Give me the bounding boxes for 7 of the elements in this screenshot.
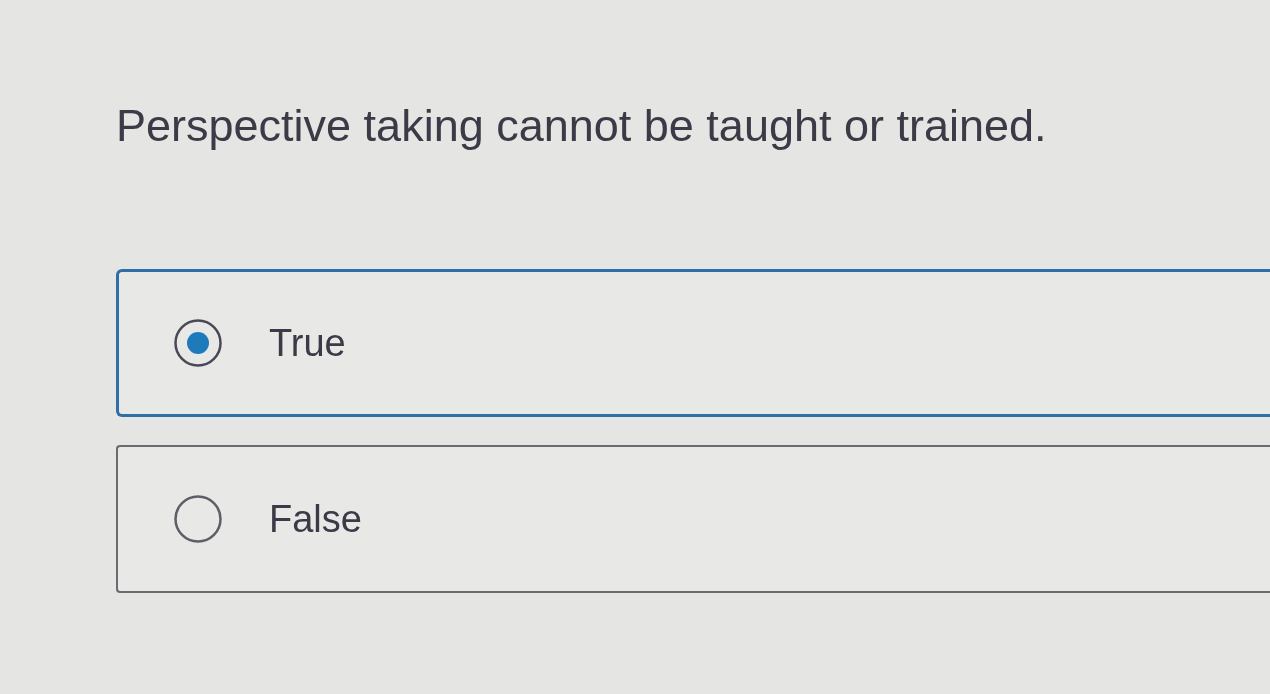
radio-button[interactable] xyxy=(174,495,222,543)
option-label: False xyxy=(269,497,362,542)
question-text: Perspective taking cannot be taught or trained. xyxy=(116,99,1047,153)
radio-button[interactable] xyxy=(174,319,222,367)
answer-option[interactable]: False xyxy=(116,445,1270,593)
option-label: True xyxy=(269,321,346,366)
answer-option[interactable]: True xyxy=(116,269,1270,417)
